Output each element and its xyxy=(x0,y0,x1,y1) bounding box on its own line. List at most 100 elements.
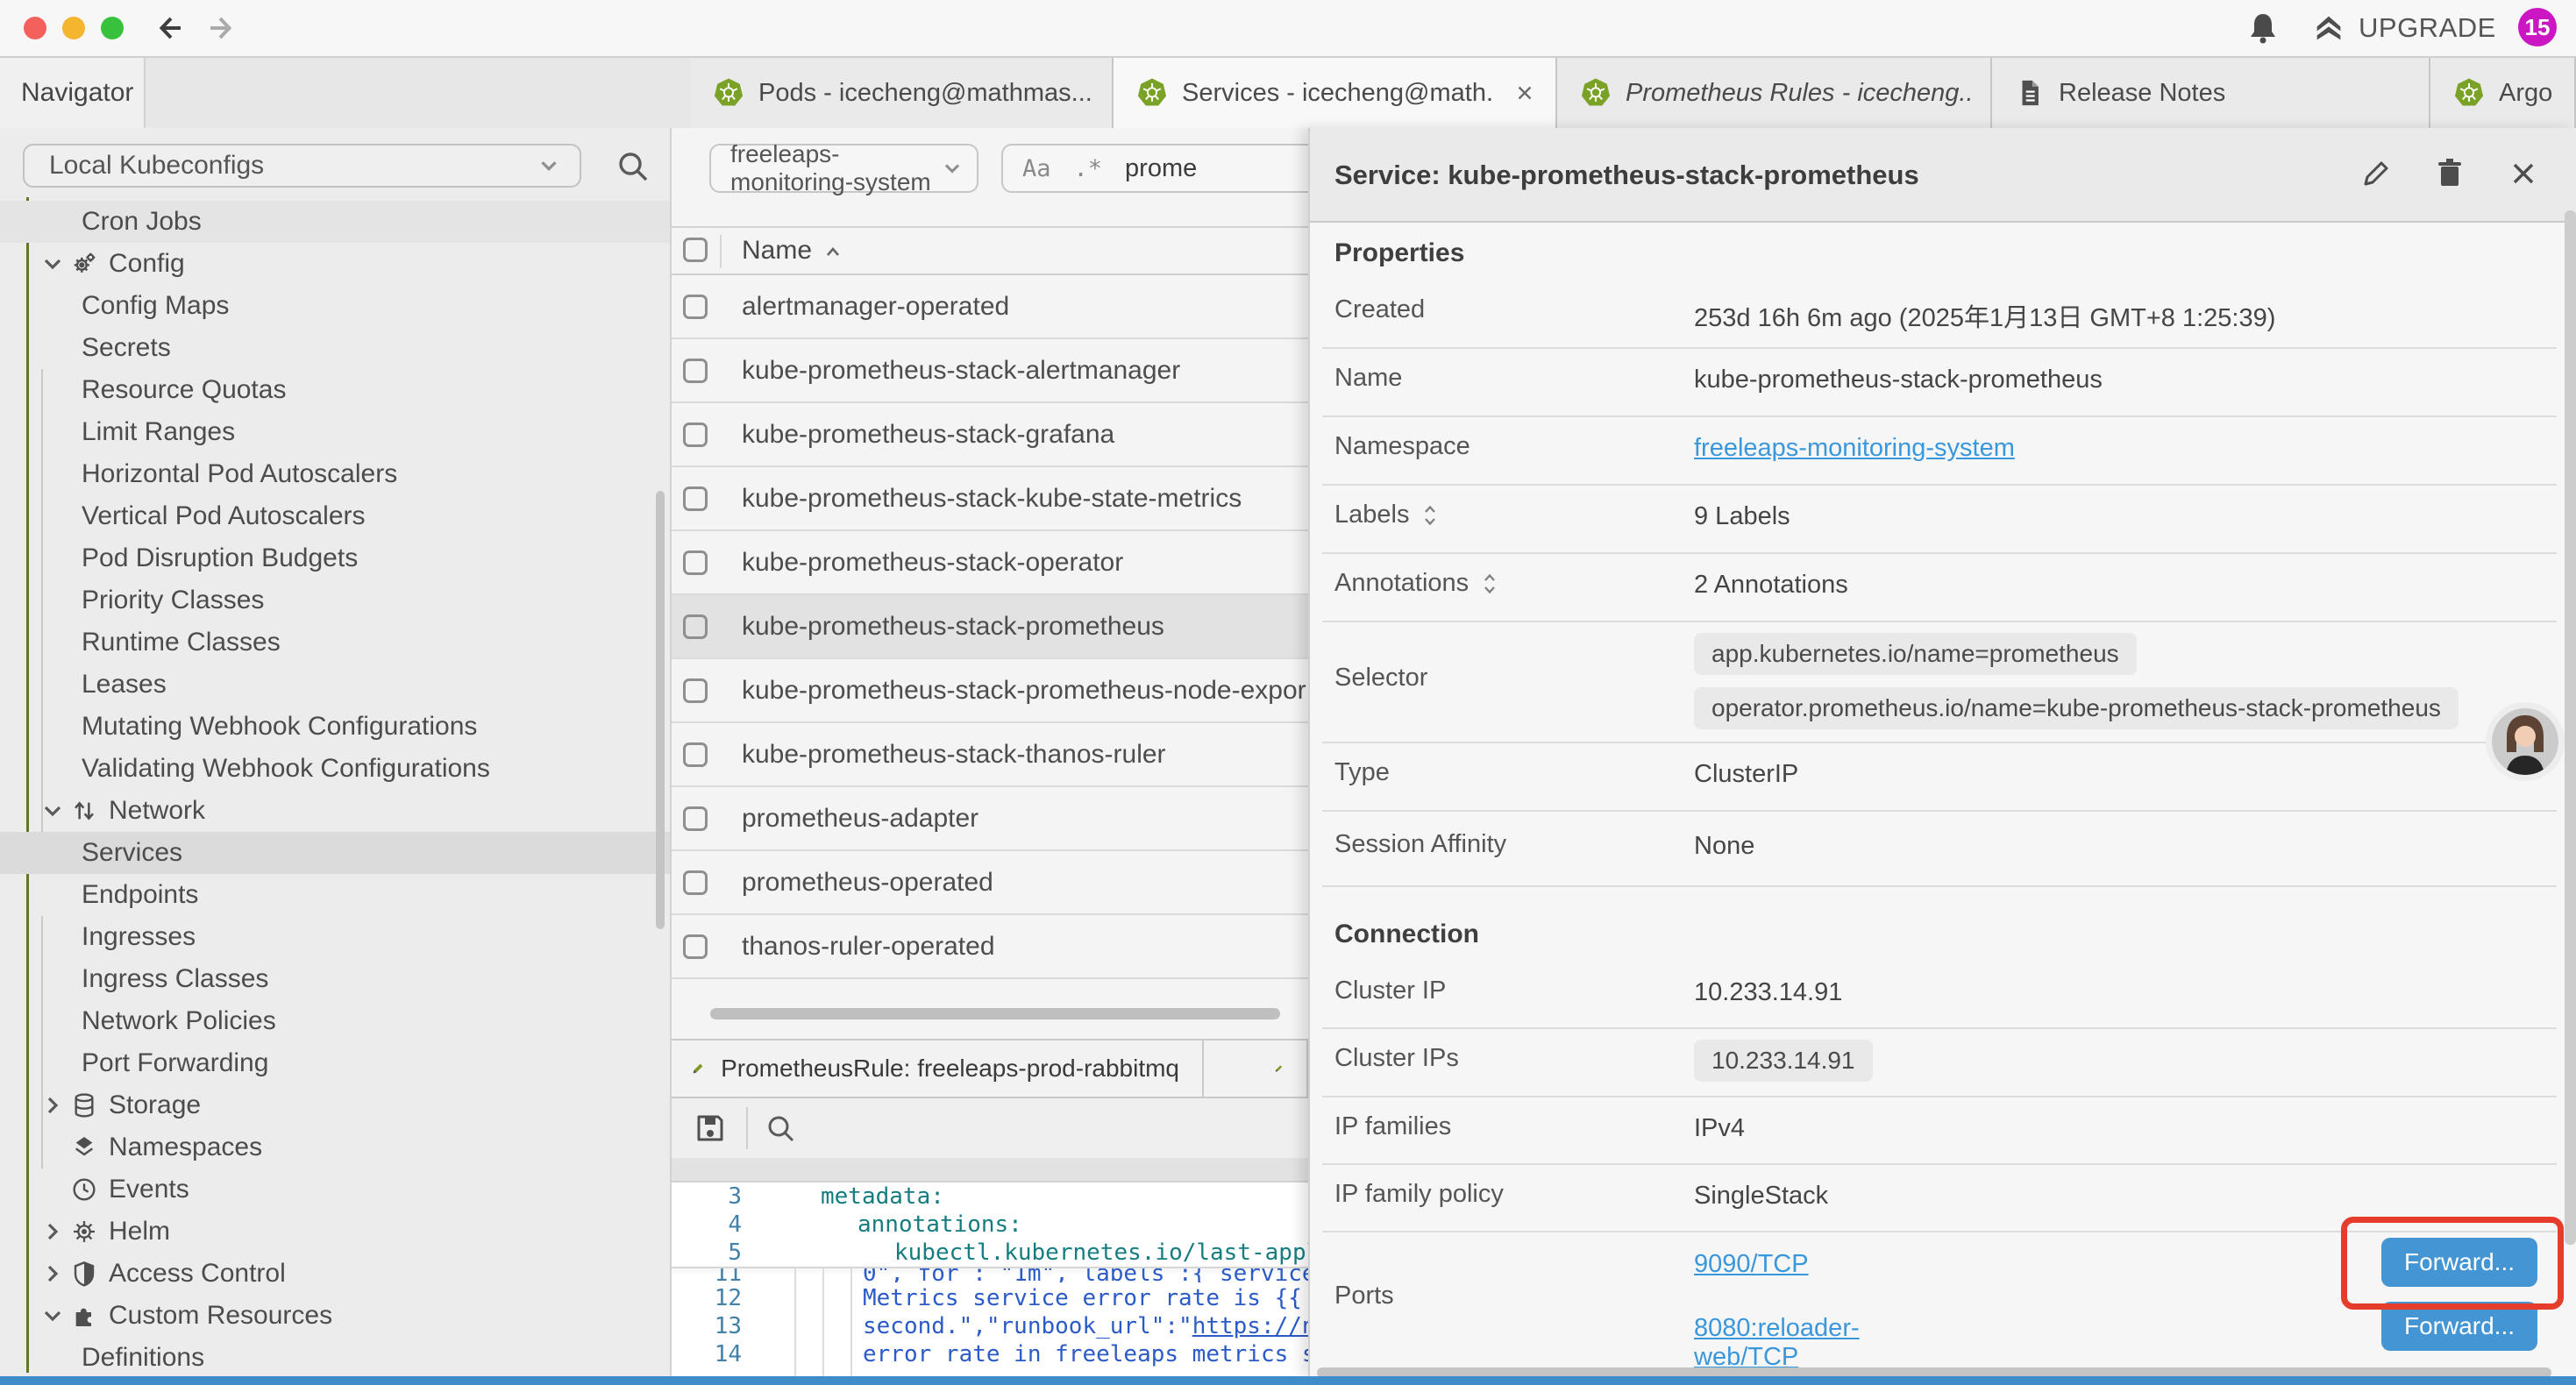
sidebar-item-network[interactable]: Network xyxy=(0,790,672,832)
sidebar-item-network-policies[interactable]: Network Policies xyxy=(0,1000,672,1042)
save-icon[interactable] xyxy=(693,1111,728,1146)
row-checkbox[interactable] xyxy=(683,678,708,703)
sidebar-item-ingresses[interactable]: Ingresses xyxy=(0,916,672,958)
sidebar-item-leases[interactable]: Leases xyxy=(0,664,672,706)
sidebar-item-port-forwarding[interactable]: Port Forwarding xyxy=(0,1042,672,1084)
namespace-select[interactable]: freeleaps-monitoring-system xyxy=(709,144,978,193)
sidebar-item-horizontal-pod-autoscalers[interactable]: Horizontal Pod Autoscalers xyxy=(0,453,672,495)
sidebar-item-custom-resources[interactable]: Custom Resources xyxy=(0,1295,672,1337)
row-checkbox[interactable] xyxy=(683,295,708,319)
drawer-vertical-scrollbar[interactable] xyxy=(2565,210,2576,1245)
back-arrow-icon[interactable] xyxy=(154,11,189,46)
namespace-link[interactable]: freeleaps-monitoring-system xyxy=(1694,434,2015,462)
sidebar-item-services[interactable]: Services xyxy=(0,832,672,874)
table-row[interactable]: prometheus-adapter xyxy=(672,787,1308,851)
list-search-input[interactable]: Aa .* prome xyxy=(1001,144,1308,193)
sidebar-item-definitions[interactable]: Definitions xyxy=(0,1337,672,1376)
notification-count-badge[interactable]: 15 xyxy=(2518,8,2557,46)
delete-trash-icon[interactable] xyxy=(2432,156,2467,191)
tab-prometheus-rules-icecheng[interactable]: Prometheus Rules - icecheng... xyxy=(1557,58,1992,128)
chevron-down-icon[interactable] xyxy=(39,1302,67,1330)
tab-argo-se[interactable]: Argo Se xyxy=(2430,58,2576,128)
table-row[interactable]: kube-prometheus-stack-operator xyxy=(672,531,1308,595)
editor-scroll-strip[interactable] xyxy=(672,1158,1308,1183)
sidebar-search-icon[interactable] xyxy=(614,147,652,186)
dock-tab-next[interactable] xyxy=(1204,1041,1308,1097)
chevron-down-icon[interactable] xyxy=(39,250,67,278)
table-row[interactable]: kube-prometheus-stack-grafana xyxy=(672,403,1308,467)
editor-search-icon[interactable] xyxy=(763,1111,798,1146)
row-checkbox[interactable] xyxy=(683,806,708,831)
table-row[interactable]: kube-prometheus-stack-prometheus xyxy=(672,595,1308,659)
row-checkbox[interactable] xyxy=(683,934,708,959)
sort-ascending-icon[interactable] xyxy=(822,242,843,263)
panel-divider[interactable] xyxy=(670,128,672,1376)
edit-pencil-icon[interactable] xyxy=(2359,156,2394,191)
notifications-bell-icon[interactable] xyxy=(2246,11,2280,46)
sidebar-item-storage[interactable]: Storage xyxy=(0,1084,672,1126)
row-checkbox[interactable] xyxy=(683,614,708,639)
select-all-checkbox[interactable] xyxy=(683,238,708,262)
table-row[interactable]: kube-prometheus-stack-prometheus-node-ex… xyxy=(672,659,1308,723)
expand-collapse-icon[interactable] xyxy=(1420,503,1441,528)
close-tab-icon[interactable] xyxy=(1513,82,1536,104)
expand-collapse-icon[interactable] xyxy=(1479,572,1500,596)
table-row[interactable]: prometheus-operated xyxy=(672,851,1308,915)
sidebar-item-events[interactable]: Events xyxy=(0,1168,672,1211)
chevron-right-icon[interactable] xyxy=(39,1091,67,1119)
sidebar-item-cron-jobs[interactable]: Cron Jobs xyxy=(0,201,672,243)
row-checkbox[interactable] xyxy=(683,359,708,383)
chevron-right-icon[interactable] xyxy=(39,1260,67,1288)
tab-pods-icecheng-mathmas[interactable]: Pods - icecheng@mathmas... xyxy=(690,58,1114,128)
name-column-header[interactable]: Name xyxy=(742,236,812,266)
table-row[interactable]: kube-prometheus-stack-kube-state-metrics xyxy=(672,467,1308,531)
sidebar-item-resource-quotas[interactable]: Resource Quotas xyxy=(0,369,672,411)
navigator-tab[interactable]: Navigator xyxy=(0,58,146,128)
maximize-window-button[interactable] xyxy=(101,17,124,39)
sidebar-item-access-control[interactable]: Access Control xyxy=(0,1253,672,1295)
sidebar-item-config[interactable]: Config xyxy=(0,243,672,285)
sidebar-item-runtime-classes[interactable]: Runtime Classes xyxy=(0,621,672,664)
close-icon[interactable] xyxy=(2506,156,2541,191)
sidebar-item-namespaces[interactable]: Namespaces xyxy=(0,1126,672,1168)
minimize-window-button[interactable] xyxy=(62,17,85,39)
sidebar-item-endpoints[interactable]: Endpoints xyxy=(0,874,672,916)
sidebar-item-config-maps[interactable]: Config Maps xyxy=(0,285,672,327)
sidebar-item-secrets[interactable]: Secrets xyxy=(0,327,672,369)
sidebar-item-priority-classes[interactable]: Priority Classes xyxy=(0,579,672,621)
sidebar-scrollbar[interactable] xyxy=(656,491,665,929)
sidebar-item-helm[interactable]: Helm xyxy=(0,1211,672,1253)
table-row[interactable]: kube-prometheus-stack-thanos-ruler xyxy=(672,723,1308,787)
user-avatar[interactable] xyxy=(2485,701,2565,782)
row-checkbox[interactable] xyxy=(683,742,708,767)
sidebar-item-pod-disruption-budgets[interactable]: Pod Disruption Budgets xyxy=(0,537,672,579)
forward-arrow-icon[interactable] xyxy=(202,11,237,46)
tab-services-icecheng-math[interactable]: Services - icecheng@math... xyxy=(1114,58,1557,128)
table-row[interactable]: kube-prometheus-stack-alertmanager xyxy=(672,339,1308,403)
sidebar-item-ingress-classes[interactable]: Ingress Classes xyxy=(0,958,672,1000)
match-case-toggle[interactable]: Aa xyxy=(1022,155,1051,182)
sidebar-item-validating-webhook-configurations[interactable]: Validating Webhook Configurations xyxy=(0,748,672,790)
chevron-right-icon[interactable] xyxy=(39,1218,67,1246)
row-checkbox[interactable] xyxy=(683,870,708,895)
chevron-down-icon[interactable] xyxy=(39,797,67,825)
drawer-horizontal-scrollbar[interactable] xyxy=(1317,1367,2551,1376)
regex-toggle[interactable]: .* xyxy=(1074,155,1103,182)
upgrade-button[interactable]: UPGRADE xyxy=(2311,9,2496,47)
dock-tab-prometheusrule[interactable]: PrometheusRule: freeleaps-prod-rabbitmq xyxy=(672,1041,1204,1097)
table-row[interactable]: alertmanager-operated xyxy=(672,275,1308,339)
kubeconfig-select[interactable]: Local Kubeconfigs xyxy=(23,144,581,188)
sidebar-item-limit-ranges[interactable]: Limit Ranges xyxy=(0,411,672,453)
table-row[interactable]: thanos-ruler-operated xyxy=(672,915,1308,979)
port-link[interactable]: 8080:reloader-web/TCP xyxy=(1694,1314,1860,1371)
row-checkbox[interactable] xyxy=(683,487,708,511)
tab-release-notes[interactable]: Release Notes xyxy=(1992,58,2430,128)
sidebar-item-mutating-webhook-configurations[interactable]: Mutating Webhook Configurations xyxy=(0,706,672,748)
sidebar-item-vertical-pod-autoscalers[interactable]: Vertical Pod Autoscalers xyxy=(0,495,672,537)
table-horizontal-scrollbar[interactable] xyxy=(710,1008,1280,1019)
port-link[interactable]: 9090/TCP xyxy=(1694,1250,1809,1278)
row-checkbox[interactable] xyxy=(683,423,708,447)
close-window-button[interactable] xyxy=(24,17,46,39)
yaml-editor[interactable]: 3metadata:4annotations:5kubectl.kubernet… xyxy=(672,1183,1308,1376)
row-checkbox[interactable] xyxy=(683,550,708,575)
